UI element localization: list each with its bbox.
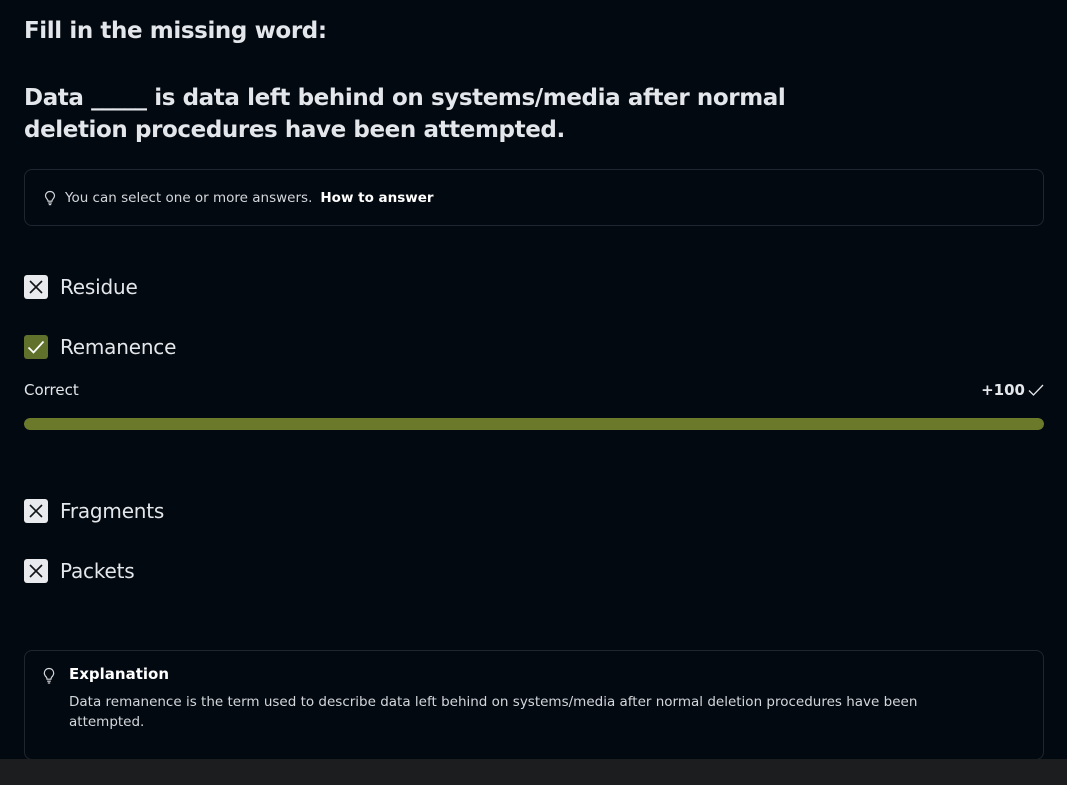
answer-option-remanence[interactable]: Remanence (24, 335, 176, 359)
question-text: Data _____ is data left behind on system… (24, 85, 786, 143)
option-label: Fragments (60, 499, 165, 523)
correct-check-icon (24, 335, 48, 359)
option-label: Packets (60, 559, 135, 583)
score-badge: +100 (981, 381, 1044, 399)
incorrect-x-icon (24, 499, 48, 523)
answer-option-fragments[interactable]: Fragments (24, 499, 164, 523)
answer-option-residue[interactable]: Residue (24, 275, 138, 299)
lightbulb-icon (42, 667, 56, 685)
progress-fill (24, 418, 1044, 430)
score-value: +100 (981, 381, 1025, 399)
option-label: Remanence (60, 335, 177, 359)
incorrect-x-icon (24, 559, 48, 583)
answer-option-packets[interactable]: Packets (24, 559, 135, 583)
quiz-page: Fill in the missing word: Data _____ is … (0, 0, 1067, 785)
result-status: Correct (24, 381, 79, 399)
hint-text: You can select one or more answers. (65, 189, 313, 206)
explanation-text: Data remanence is the term used to descr… (69, 694, 918, 730)
score-progress-bar (24, 418, 1044, 430)
explanation-panel: Explanation Data remanence is the term u… (24, 650, 1044, 760)
answer-hint: You can select one or more answers. How … (24, 169, 1044, 226)
explanation-title: Explanation (69, 665, 170, 683)
result-row: Correct +100 (24, 379, 1044, 401)
question-instruction: Fill in the missing word: (24, 18, 327, 44)
bottom-bar (0, 759, 1067, 785)
lightbulb-icon (43, 190, 57, 206)
incorrect-x-icon (24, 275, 48, 299)
how-to-answer-link[interactable]: How to answer (320, 190, 433, 206)
option-label: Residue (60, 275, 138, 299)
checkmark-icon (1028, 384, 1044, 396)
